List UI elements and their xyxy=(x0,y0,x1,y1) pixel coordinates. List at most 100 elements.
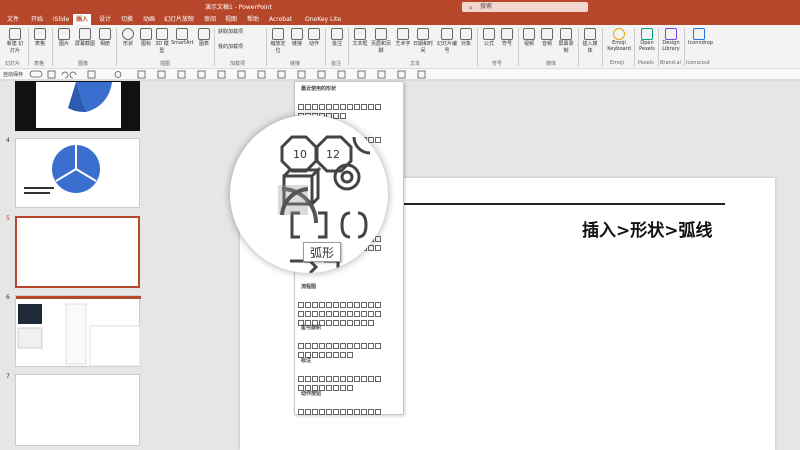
iconndrop-button[interactable]: Iconndrop xyxy=(688,28,713,46)
section-action-buttons: 动作按钮 xyxy=(301,391,322,397)
open-pexels-button[interactable]: Open Pexels xyxy=(636,28,658,52)
shape-row[interactable] xyxy=(298,293,402,308)
tab-view[interactable]: 视图 xyxy=(222,14,240,25)
decagon-label: 10 xyxy=(293,148,307,161)
tab-slideshow[interactable]: 幻灯片放映 xyxy=(161,14,197,25)
insert-media-button[interactable]: 插入媒体 xyxy=(582,28,598,54)
zoom-button[interactable]: 缩放定位 xyxy=(270,28,286,54)
slide-horizontal-line[interactable] xyxy=(402,203,725,205)
tab-help[interactable]: 帮助 xyxy=(244,14,262,25)
action-icon xyxy=(308,28,320,40)
album-button[interactable]: 相册 xyxy=(98,28,112,47)
chart-button[interactable]: 图表 xyxy=(197,28,211,47)
audio-button[interactable]: 音频 xyxy=(540,28,554,47)
comment-button[interactable]: 批注 xyxy=(330,28,344,47)
my-addins-button[interactable]: 我的加载项 xyxy=(218,43,254,50)
separator xyxy=(348,28,349,66)
textbox-icon xyxy=(354,28,366,40)
textbox-button[interactable]: 文本框 xyxy=(352,28,368,47)
tab-design[interactable]: 设计 xyxy=(96,14,114,25)
shape-row[interactable] xyxy=(298,343,402,358)
separator xyxy=(325,28,326,66)
equation-button[interactable]: 公式 xyxy=(482,28,496,47)
slide-thumbnail[interactable] xyxy=(15,138,140,208)
tab-acrobat[interactable]: Acrobat xyxy=(266,14,295,25)
table-button[interactable]: 表格 xyxy=(32,28,48,47)
group-images: 图像 xyxy=(78,61,89,67)
slide-thumbnail-selected[interactable] xyxy=(15,216,140,288)
separator xyxy=(658,28,659,66)
audio-label: 音频 xyxy=(541,41,552,47)
action-button[interactable]: 动作 xyxy=(307,28,321,47)
omega-icon xyxy=(501,28,513,40)
save-icon xyxy=(47,70,56,79)
group-tables: 表格 xyxy=(34,61,45,67)
symbol-button[interactable]: 符号 xyxy=(500,28,514,47)
object-button[interactable]: 对象 xyxy=(459,28,473,47)
tab-islide[interactable]: iSlide xyxy=(50,14,72,25)
tab-transitions[interactable]: 切换 xyxy=(118,14,136,25)
screen-recording-button[interactable]: 屏幕录制 xyxy=(558,28,574,54)
3d-models-button[interactable]: 3D 模型 xyxy=(155,28,169,54)
design-library-icon xyxy=(665,28,677,40)
tab-file[interactable]: 文件 xyxy=(4,14,22,25)
search-input[interactable]: ⌕ 搜索 xyxy=(462,2,588,12)
slide-number: 6 xyxy=(6,294,10,301)
shape-row[interactable] xyxy=(298,367,402,382)
shape-row[interactable] xyxy=(298,95,402,110)
smartart-button[interactable]: SmartArt xyxy=(171,28,194,46)
pexels-icon xyxy=(641,28,653,40)
get-addins-label: 获取加载项 xyxy=(218,29,244,35)
ribbon: 新建 幻灯片 表格 图片 屏幕截图 相册 形状 图标 3D 模型 SmartAr… xyxy=(0,25,800,69)
screenshot-button[interactable]: 屏幕截图 xyxy=(74,28,96,47)
calendar-icon xyxy=(417,28,429,40)
header-footer-button[interactable]: 页眉和页脚 xyxy=(370,28,392,54)
design-library-label: Design Library xyxy=(662,40,680,52)
shape-row[interactable] xyxy=(298,302,402,317)
shape-row[interactable] xyxy=(298,311,402,326)
slide-thumbnail[interactable] xyxy=(15,374,140,446)
video-button[interactable]: 视频 xyxy=(522,28,536,47)
search-icon: ⌕ xyxy=(469,4,473,12)
link-button[interactable]: 链接 xyxy=(290,28,304,47)
pictures-button[interactable]: 图片 xyxy=(56,28,72,47)
new-slide-button[interactable]: 新建 幻灯片 xyxy=(6,28,24,54)
shape-row[interactable] xyxy=(298,104,402,119)
shape-row[interactable] xyxy=(298,376,402,391)
slide-number: 4 xyxy=(6,137,10,144)
new-slide-icon xyxy=(9,28,21,40)
tab-animations[interactable]: 动画 xyxy=(140,14,158,25)
slide-thumbnail[interactable] xyxy=(15,81,140,131)
design-library-button[interactable]: Design Library xyxy=(660,28,682,52)
icons-button[interactable]: 图标 xyxy=(139,28,153,47)
slide-number-button[interactable]: 幻灯片编号 xyxy=(437,28,457,54)
slide-caption[interactable]: 插入>形状>弧线 xyxy=(582,216,713,241)
shape-row[interactable] xyxy=(298,334,402,349)
tab-insert[interactable]: 插入 xyxy=(73,14,92,25)
datetime-button[interactable]: 日期和时间 xyxy=(413,28,433,54)
wordart-button[interactable]: 艺术字 xyxy=(395,28,411,47)
tab-review[interactable]: 审阅 xyxy=(201,14,219,25)
screenshot-block xyxy=(17,327,43,349)
group-comments: 批注 xyxy=(331,61,342,67)
bracket-shape xyxy=(318,211,328,239)
emoji-keyboard-button[interactable]: Emoji Keyboard xyxy=(604,28,634,52)
slide-3-preview xyxy=(36,82,121,128)
slide-thumbnail-panel[interactable]: 4 5 6 7 xyxy=(0,81,150,450)
tab-home[interactable]: 开始 xyxy=(28,14,46,25)
format-icon xyxy=(177,70,186,79)
shape-row[interactable] xyxy=(298,400,402,415)
group-emoji: Emoji xyxy=(610,60,624,66)
video-label: 视频 xyxy=(523,41,534,47)
ribbon-strip xyxy=(16,296,141,299)
screenshot-label: 屏幕截图 xyxy=(74,41,95,47)
slide-thumbnail[interactable] xyxy=(15,295,141,367)
shapes-button[interactable]: 形状 xyxy=(121,28,135,47)
undo-icon xyxy=(61,71,69,79)
header-footer-label: 页眉和页脚 xyxy=(370,41,391,54)
get-addins-button[interactable]: 获取加载项 xyxy=(218,28,254,35)
hash-icon xyxy=(441,28,453,40)
screenshot-block xyxy=(18,304,42,324)
icons-label: 图标 xyxy=(140,41,151,47)
tab-onekey[interactable]: OneKey Lite xyxy=(302,14,344,25)
